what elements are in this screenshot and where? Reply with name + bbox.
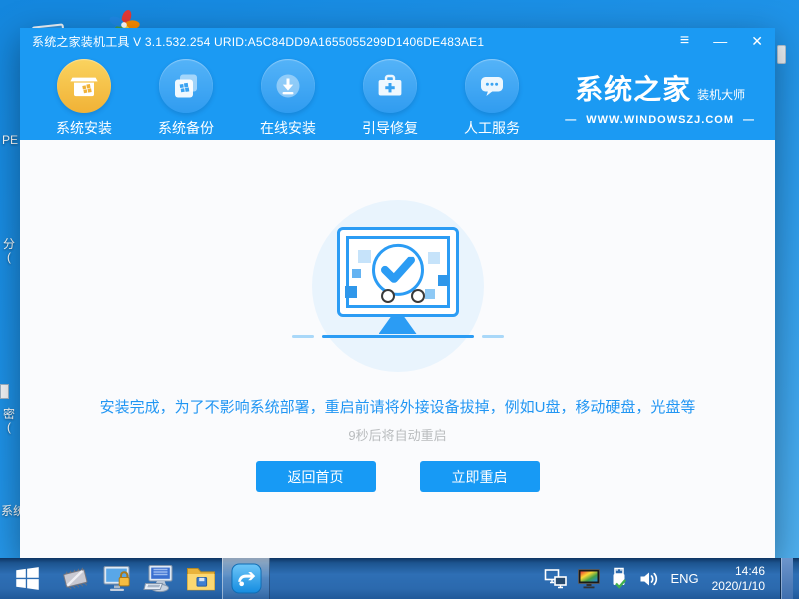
- titlebar: 系统之家装机工具 V 3.1.532.254 URID:A5C84DD9A165…: [20, 28, 775, 54]
- monitor-screen: [344, 236, 450, 308]
- installer-app-icon: [230, 563, 262, 594]
- nav-item-system-install[interactable]: 系统安装: [48, 59, 120, 138]
- monitor-baseline: [291, 335, 504, 338]
- nav-item-boot-repair[interactable]: 引导修复: [354, 59, 426, 138]
- brand-website: WWW.WINDOWSZJ.COM: [586, 114, 734, 126]
- network-icon[interactable]: [544, 568, 568, 590]
- clock-date: 2020/1/10: [711, 578, 765, 593]
- brand-logo: 系统之家 装机大师 — WWW.WINDOWSZJ.COM —: [565, 59, 755, 126]
- nav-label: 在线安装: [260, 120, 316, 136]
- chat-bubble-icon: [465, 59, 519, 113]
- taskbar-monitor-lock-icon[interactable]: [96, 558, 138, 599]
- close-icon[interactable]: ✕: [751, 34, 763, 48]
- app-window: 系统之家装机工具 V 3.1.532.254 URID:A5C84DD9A165…: [20, 28, 775, 558]
- taskbar-installer-app-button[interactable]: [222, 558, 270, 599]
- desktop-label-fragment-pe[interactable]: PE: [2, 134, 18, 147]
- return-home-button[interactable]: 返回首页: [255, 461, 376, 492]
- desktop-label-fragment-fen[interactable]: 分 (: [3, 238, 15, 264]
- language-indicator[interactable]: ENG: [670, 571, 698, 586]
- main-nav: 系统安装 系统备份 在线安装 引导修复 人工服务: [48, 59, 528, 138]
- monitor-graphic: [336, 227, 459, 317]
- brand-name: 系统之家: [575, 74, 692, 105]
- desktop-file-icon-fragment[interactable]: [0, 384, 9, 399]
- install-complete-message: 安装完成，为了不影响系统部署，重启前请将外接设备拔掉，例如U盘，移动硬盘，光盘等: [99, 399, 696, 416]
- clock-time: 14:46: [734, 563, 765, 578]
- brand-dash-left: —: [565, 114, 578, 126]
- volume-icon[interactable]: [637, 568, 661, 590]
- usb-eject-icon[interactable]: [610, 567, 628, 591]
- taskbar-clock[interactable]: 14:46 2020/1/10: [712, 564, 765, 594]
- taskbar-computer-icon[interactable]: [138, 558, 180, 599]
- taskbar-chip-icon[interactable]: [54, 558, 96, 599]
- nav-header: 系统安装 系统备份 在线安装 引导修复 人工服务 系统之家 装机大师 — WWW…: [20, 54, 775, 140]
- restart-countdown: 9秒后将自动重启: [348, 428, 447, 443]
- display-color-icon[interactable]: [577, 568, 601, 590]
- backup-copies-icon: [159, 59, 213, 113]
- desktop-label-fragment-mi[interactable]: 密 (: [3, 408, 15, 434]
- show-desktop-button[interactable]: [780, 558, 793, 599]
- monitor-stand: [378, 317, 417, 334]
- nav-label: 人工服务: [464, 120, 520, 136]
- taskbar: ENG 14:46 2020/1/10: [0, 558, 799, 599]
- install-complete-illustration: [291, 200, 504, 372]
- windows-logo-icon: [15, 567, 39, 590]
- nav-item-online-install[interactable]: 在线安装: [252, 59, 324, 138]
- nav-label: 系统安装: [56, 120, 112, 136]
- brand-dash-right: —: [743, 114, 755, 126]
- nav-label: 引导修复: [362, 120, 418, 136]
- nav-label: 系统备份: [158, 120, 214, 136]
- download-circle-icon: [261, 59, 315, 113]
- brand-suffix: 装机大师: [697, 88, 746, 102]
- main-content: 安装完成，为了不影响系统部署，重启前请将外接设备拔掉，例如U盘，移动硬盘，光盘等…: [20, 140, 775, 558]
- restart-now-button[interactable]: 立即重启: [419, 461, 540, 492]
- desktop: PE 分 ( 密 ( 系统 系统之家装机工具 V 3.1.532.254 URI…: [0, 0, 799, 599]
- start-button[interactable]: [0, 558, 54, 599]
- menu-icon[interactable]: ≡: [680, 33, 689, 49]
- repair-toolbox-icon: [363, 59, 417, 113]
- taskbar-folder-icon[interactable]: [180, 558, 222, 599]
- nav-item-human-service[interactable]: 人工服务: [456, 59, 528, 138]
- desktop-icon-fragment-right[interactable]: [777, 45, 786, 64]
- minimize-icon[interactable]: —: [713, 34, 727, 48]
- nav-item-system-backup[interactable]: 系统备份: [150, 59, 222, 138]
- window-title: 系统之家装机工具 V 3.1.532.254 URID:A5C84DD9A165…: [32, 34, 485, 49]
- install-box-icon: [57, 59, 111, 113]
- system-tray: ENG 14:46 2020/1/10: [544, 558, 799, 599]
